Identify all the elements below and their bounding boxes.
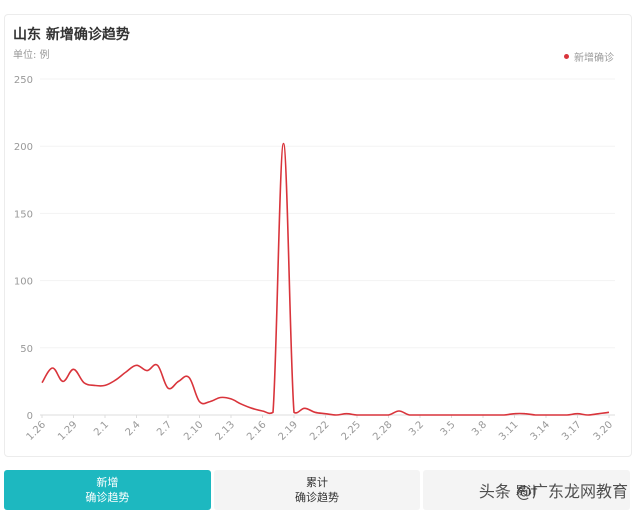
x-tick-label: 2.19 (277, 419, 301, 443)
x-tick-label: 3.5 (439, 419, 458, 438)
x-tick-label: 3.14 (529, 419, 553, 443)
line-chart: 0 50 100 150 200 250 1.26 1.29 2.1 2.4 2.7 2.10 2.13… (14, 75, 616, 443)
watermark-text: 头条 @广东龙网教育 (478, 482, 628, 501)
x-tick-label: 2.13 (214, 419, 238, 443)
x-tick-label: 2.25 (340, 419, 364, 443)
tab-label-line1: 累计 (306, 476, 328, 489)
y-tick-label: 0 (27, 411, 33, 422)
x-tick-label: 2.28 (371, 419, 395, 443)
tab-label-line2: 确诊趋势 (85, 491, 130, 504)
x-tick-label: 2.1 (92, 419, 111, 438)
x-tick-label: 2.7 (155, 419, 174, 438)
watermark: 头条 @广东龙网教育 (479, 478, 628, 502)
x-tick-label: 3.11 (497, 419, 521, 443)
y-tick-label: 250 (14, 75, 33, 86)
x-tick-label: 1.26 (25, 419, 49, 443)
tab-label-line1: 新增 (96, 476, 119, 489)
x-tick-label: 3.8 (470, 419, 489, 438)
x-tick-label: 1.29 (56, 419, 80, 443)
tab-new-confirmed[interactable]: 新增 确诊趋势 (4, 470, 211, 510)
x-tick-label: 3.17 (560, 419, 584, 443)
x-tick-label: 2.16 (245, 419, 269, 443)
y-tick-label: 150 (14, 209, 33, 220)
x-tick-label: 2.4 (124, 419, 143, 438)
x-tick-label: 2.22 (308, 419, 332, 443)
y-tick-label: 100 (14, 277, 33, 288)
x-tick-label: 3.2 (407, 419, 426, 438)
tab-cumulative-confirmed[interactable]: 累计 确诊趋势 (213, 470, 421, 510)
tab-label-line2: 确诊趋势 (295, 491, 339, 504)
y-tick-label: 50 (20, 344, 33, 355)
x-tick-label: 2.10 (182, 419, 206, 443)
y-tick-label: 200 (14, 142, 33, 153)
series-line-new-confirmed (41, 142, 610, 416)
x-tick-label: 3.20 (592, 419, 616, 443)
